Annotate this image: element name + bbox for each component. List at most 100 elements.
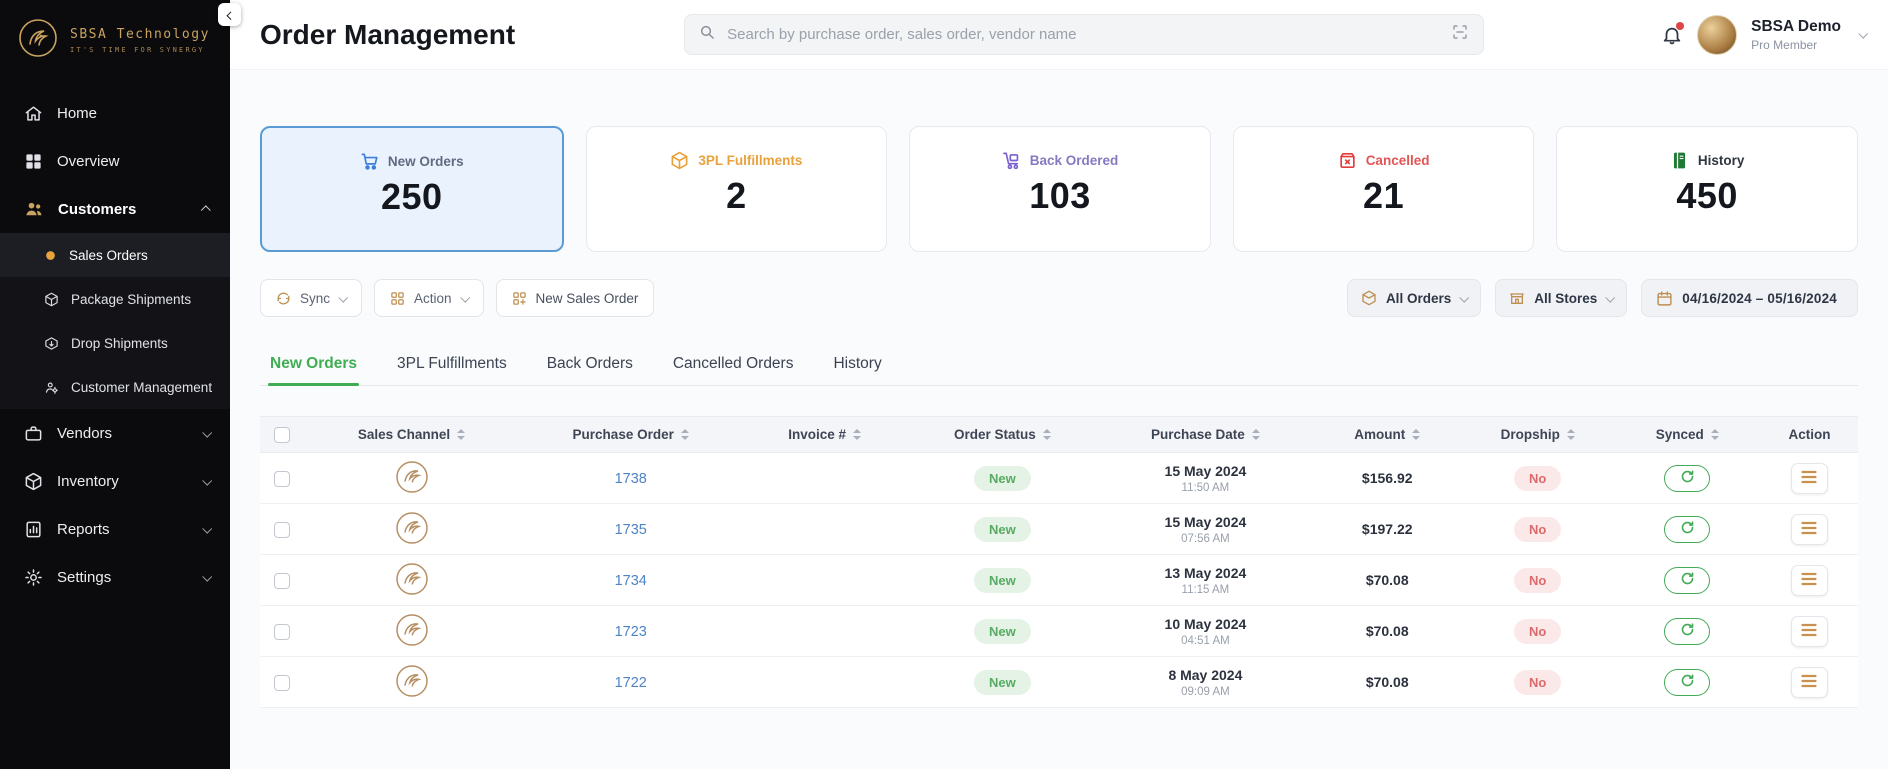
company-tagline: IT'S TIME FOR SYNERGY — [70, 46, 205, 54]
row-sync-button[interactable] — [1664, 566, 1711, 594]
add-order-icon — [512, 291, 527, 306]
purchase-order-link[interactable]: 1723 — [615, 624, 647, 640]
package-icon — [670, 151, 689, 170]
stat-label: History — [1697, 153, 1745, 168]
avatar[interactable] — [1697, 14, 1738, 55]
table-header-row: Sales Channel Purchase Order Invoice # O… — [260, 416, 1858, 453]
sidebar-subitem-label: Customer Management — [71, 379, 213, 395]
stat-card-history[interactable]: History 450 — [1556, 126, 1858, 252]
row-sync-button[interactable] — [1664, 617, 1711, 645]
sidebar-item-inventory[interactable]: Inventory — [0, 457, 230, 505]
sync-button-label: Sync — [300, 290, 331, 306]
column-header-purchase-order[interactable]: Purchase Order — [518, 416, 743, 453]
tab-label: New Orders — [270, 355, 358, 372]
notification-bell-icon[interactable] — [1661, 21, 1685, 46]
order-tab[interactable]: History — [831, 347, 883, 385]
order-tab[interactable]: Back Orders — [545, 347, 635, 385]
action-button[interactable]: Action — [374, 279, 484, 317]
stat-cards: New Orders 250 3PL Fulfillments 2 Back O… — [260, 126, 1858, 252]
date-range-picker[interactable]: 04/16/2024 – 05/16/2024 — [1641, 279, 1858, 317]
new-sales-order-button[interactable]: New Sales Order — [495, 279, 655, 317]
stat-label: Back Ordered — [1029, 153, 1119, 168]
sidebar-item-drop-shipments[interactable]: Drop Shipments — [0, 321, 230, 365]
order-tab[interactable]: New Orders — [268, 347, 360, 386]
sort-icon — [1710, 429, 1719, 440]
purchase-order-link[interactable]: 1738 — [615, 471, 647, 487]
sidebar-item-customers[interactable]: Customers — [0, 185, 230, 233]
sidebar-item-sales-orders[interactable]: Sales Orders — [0, 233, 230, 277]
sidebar-item-vendors[interactable]: Vendors — [0, 409, 230, 457]
order-status-badge: New — [974, 516, 1031, 542]
sidebar-item-overview[interactable]: Overview — [0, 137, 230, 185]
stat-value: 21 — [1363, 175, 1405, 216]
sidebar-item-home[interactable]: Home — [0, 89, 230, 137]
column-header-sales-channel[interactable]: Sales Channel — [304, 416, 519, 453]
purchase-order-link[interactable]: 1735 — [615, 522, 647, 538]
date-range-label: 04/16/2024 – 05/16/2024 — [1682, 290, 1837, 306]
chevron-down-icon — [202, 571, 213, 582]
refresh-icon — [1680, 622, 1695, 640]
amount-cell: $70.08 — [1312, 554, 1462, 606]
stat-label: Cancelled — [1365, 153, 1430, 168]
search-icon — [699, 24, 715, 45]
sort-icon — [457, 429, 466, 440]
row-sync-button[interactable] — [1664, 668, 1711, 696]
scan-icon[interactable] — [1451, 23, 1469, 46]
sync-icon — [276, 291, 291, 306]
select-all-checkbox[interactable] — [274, 426, 291, 443]
sidebar-item-reports[interactable]: Reports — [0, 505, 230, 553]
sync-button[interactable]: Sync — [260, 279, 363, 317]
column-header-order-status[interactable]: Order Status — [906, 416, 1099, 453]
chevron-down-icon — [1459, 292, 1470, 303]
row-checkbox[interactable] — [274, 623, 291, 640]
sidebar-item-label: Customers — [58, 200, 137, 218]
sidebar-item-customer-management[interactable]: Customer Management — [0, 365, 230, 409]
user-menu[interactable]: SBSA Demo Pro Member — [1751, 18, 1841, 52]
row-checkbox[interactable] — [274, 521, 291, 538]
row-action-menu-button[interactable] — [1790, 513, 1828, 545]
orders-filter-label: All Orders — [1385, 290, 1452, 306]
tab-label: Back Orders — [546, 355, 633, 372]
column-header-invoice[interactable]: Invoice # — [742, 416, 907, 453]
stat-card-new-orders[interactable]: New Orders 250 — [260, 126, 564, 252]
report-chart-icon — [24, 520, 43, 539]
sidebar-item-package-shipments[interactable]: Package Shipments — [0, 277, 230, 321]
row-action-menu-button[interactable] — [1790, 564, 1828, 596]
row-action-menu-button[interactable] — [1790, 666, 1828, 698]
column-header-dropship[interactable]: Dropship — [1461, 416, 1614, 453]
purchase-date: 10 May 2024 — [1164, 615, 1247, 632]
sidebar-subitem-label: Package Shipments — [71, 291, 192, 307]
search-input[interactable] — [725, 25, 1442, 44]
stat-card-3pl-fulfillments[interactable]: 3PL Fulfillments 2 — [585, 126, 888, 252]
purchase-order-link[interactable]: 1734 — [615, 573, 647, 589]
column-header-synced[interactable]: Synced — [1613, 416, 1761, 453]
column-header-purchase-date[interactable]: Purchase Date — [1098, 416, 1313, 453]
row-sync-button[interactable] — [1664, 464, 1711, 492]
stat-card-back-ordered[interactable]: Back Ordered 103 — [909, 126, 1211, 252]
sidebar-collapse-button[interactable] — [218, 3, 241, 26]
column-header-amount[interactable]: Amount — [1312, 416, 1462, 453]
cart-icon — [360, 152, 379, 171]
sidebar-item-settings[interactable]: Settings — [0, 553, 230, 601]
purchase-time: 07:56 AM — [1181, 532, 1230, 545]
cancelled-box-icon — [1338, 151, 1357, 170]
row-checkbox[interactable] — [274, 674, 291, 691]
row-action-menu-button[interactable] — [1790, 462, 1828, 494]
order-tab[interactable]: 3PL Fulfillments — [395, 347, 509, 385]
chevron-down-icon — [1605, 292, 1616, 303]
row-checkbox[interactable] — [274, 470, 291, 487]
row-action-menu-button[interactable] — [1790, 615, 1828, 647]
hamburger-menu-icon — [1801, 521, 1818, 538]
chevron-down-icon — [459, 292, 470, 303]
order-tab[interactable]: Cancelled Orders — [671, 347, 796, 385]
stores-filter-dropdown[interactable]: All Stores — [1495, 279, 1628, 317]
orders-filter-dropdown[interactable]: All Orders — [1346, 279, 1482, 317]
row-checkbox[interactable] — [274, 572, 291, 589]
stat-card-cancelled[interactable]: Cancelled 21 — [1232, 126, 1535, 252]
row-sync-button[interactable] — [1664, 515, 1711, 543]
invoice-cell — [742, 554, 907, 606]
order-row: 1722 New 8 May 2024 09:09 AM $70.08 No — [260, 656, 1858, 708]
purchase-order-link[interactable]: 1722 — [615, 675, 647, 691]
dropship-badge: No — [1514, 465, 1562, 491]
user-plan: Pro Member — [1751, 37, 1818, 52]
